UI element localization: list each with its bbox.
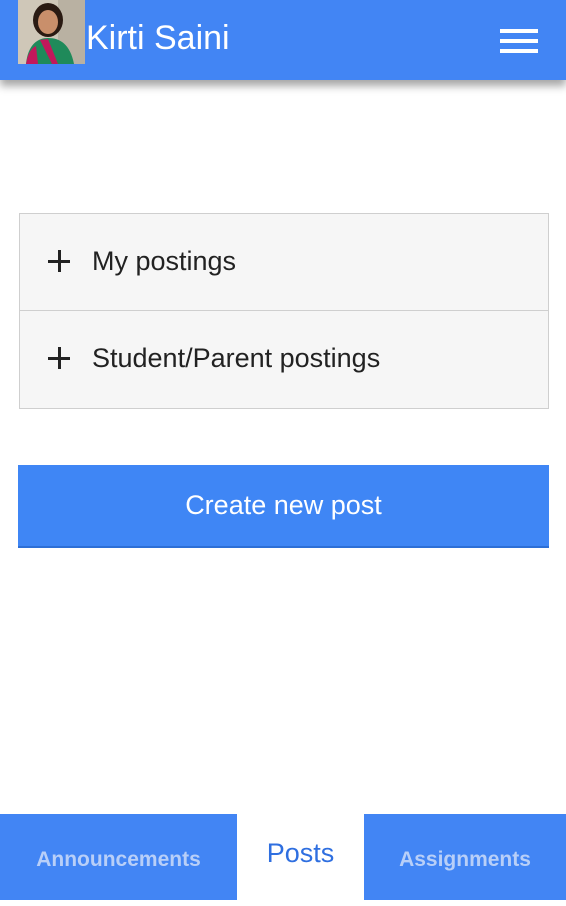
postings-accordion: My postings Student/Parent postings (19, 213, 549, 409)
accordion-item-student-parent-postings[interactable]: Student/Parent postings (20, 310, 548, 407)
tab-announcements[interactable]: Announcements (0, 814, 237, 900)
tab-posts[interactable]: Posts (237, 814, 364, 900)
plus-icon (48, 250, 70, 272)
user-photo-icon (18, 0, 85, 64)
avatar[interactable] (18, 0, 85, 64)
menu-bar (500, 49, 538, 53)
bottom-tab-bar: Announcements Posts Assignments (0, 814, 566, 900)
page-title: Kirti Saini (86, 19, 230, 57)
accordion-item-label: Student/Parent postings (92, 343, 381, 373)
plus-icon (48, 347, 70, 369)
hamburger-menu-icon[interactable] (500, 27, 540, 57)
accordion-item-label: My postings (92, 246, 237, 276)
app-header: Kirti Saini (0, 0, 566, 80)
create-new-post-button[interactable]: Create new post (18, 465, 549, 548)
accordion-item-my-postings[interactable]: My postings (20, 214, 548, 310)
tab-assignments[interactable]: Assignments (364, 814, 566, 900)
menu-bar (500, 29, 538, 33)
menu-bar (500, 39, 538, 43)
